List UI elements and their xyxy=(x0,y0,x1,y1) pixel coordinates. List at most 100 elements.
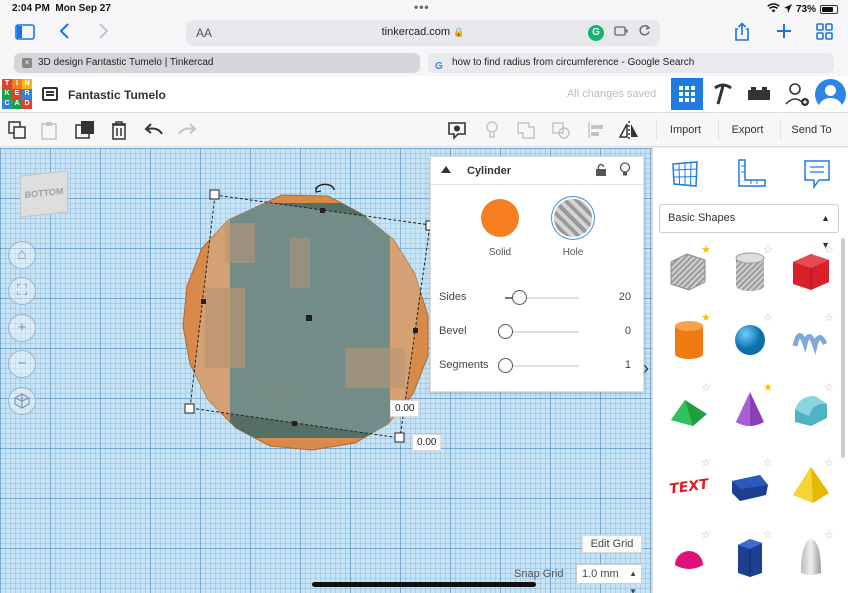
paste-icon[interactable] xyxy=(38,119,60,141)
logo-letter: I xyxy=(12,79,22,89)
favorite-star-icon[interactable]: ☆ xyxy=(763,456,773,469)
status-right: 73% xyxy=(767,3,838,16)
segments-property: Segments 1 xyxy=(439,355,635,375)
light-bulb-icon[interactable] xyxy=(619,162,631,180)
design-list-icon[interactable] xyxy=(42,87,58,101)
favorite-star-icon[interactable]: ★ xyxy=(701,243,711,256)
fit-view-icon[interactable]: ⛶ xyxy=(8,277,36,305)
favorite-star-icon[interactable]: ☆ xyxy=(824,243,834,256)
favorite-star-icon[interactable]: ☆ xyxy=(763,311,773,324)
tinkercad-logo[interactable]: TINKERCAD xyxy=(2,79,32,109)
solid-label: Solid xyxy=(488,247,512,258)
app-header: TINKERCAD Fantastic Tumelo All changes s… xyxy=(0,76,848,113)
home-view-icon[interactable]: ⌂ xyxy=(8,241,36,269)
sidebar-toggle-icon[interactable] xyxy=(15,23,35,46)
slider-track[interactable] xyxy=(505,365,579,367)
workplane-icon[interactable] xyxy=(669,158,701,190)
delete-icon[interactable] xyxy=(108,119,130,141)
save-status: All changes saved xyxy=(567,88,657,100)
property-value[interactable]: 0 xyxy=(625,325,631,337)
hole-swatch[interactable] xyxy=(554,199,592,237)
favorite-star-icon[interactable]: ☆ xyxy=(824,381,834,394)
address-bar[interactable]: AA tinkercad.com 🔒 G xyxy=(186,20,660,46)
wifi-icon xyxy=(767,3,780,16)
grammarly-icon[interactable]: G xyxy=(588,25,604,41)
property-value[interactable]: 1 xyxy=(625,359,631,371)
solid-color-swatch[interactable] xyxy=(481,199,519,237)
sides-property: Sides 20 xyxy=(439,287,635,307)
slider-track[interactable] xyxy=(505,331,579,333)
shapes-scrollbar[interactable] xyxy=(841,238,845,458)
favorite-star-icon[interactable]: ☆ xyxy=(824,456,834,469)
logo-letter: N xyxy=(22,79,32,89)
ruler-icon[interactable] xyxy=(735,158,767,190)
bevel-property: Bevel 0 xyxy=(439,321,635,341)
perspective-icon[interactable] xyxy=(8,387,36,415)
snap-grid-select[interactable]: 1.0 mm ▲ ▼ xyxy=(576,564,642,593)
favorite-star-icon[interactable]: ★ xyxy=(701,311,711,324)
favorite-star-icon[interactable]: ☆ xyxy=(701,528,711,541)
dimension-label-width[interactable]: 0.00 xyxy=(390,400,420,417)
avatar[interactable] xyxy=(815,79,846,110)
export-button[interactable]: Export xyxy=(718,119,776,141)
favorite-star-icon[interactable]: ☆ xyxy=(763,528,773,541)
chevron-right-icon[interactable]: › xyxy=(643,358,649,379)
copy-icon[interactable] xyxy=(6,119,28,141)
bricks-icon[interactable] xyxy=(743,78,775,110)
slider-knob[interactable] xyxy=(511,290,527,305)
align-icon[interactable] xyxy=(585,119,607,141)
google-favicon-icon: G xyxy=(435,61,443,72)
forward-icon[interactable] xyxy=(96,21,110,46)
3d-view-button[interactable] xyxy=(671,78,703,110)
import-button[interactable]: Import xyxy=(656,119,714,141)
slider-knob[interactable] xyxy=(497,324,513,339)
duplicate-icon[interactable] xyxy=(74,119,96,141)
svg-text:TEXT: TEXT xyxy=(668,476,711,498)
favorite-star-icon[interactable]: ☆ xyxy=(824,311,834,324)
extension-icon[interactable] xyxy=(614,25,628,40)
back-icon[interactable] xyxy=(58,21,72,46)
design-title[interactable]: Fantastic Tumelo xyxy=(68,88,166,102)
add-user-icon[interactable] xyxy=(780,78,812,110)
favorite-star-icon[interactable]: ☆ xyxy=(824,528,834,541)
inspector-title: Cylinder xyxy=(467,165,512,177)
ungroup-icon[interactable] xyxy=(550,119,572,141)
send-to-button[interactable]: Send To xyxy=(780,119,842,141)
tab-google-search[interactable]: G how to find radius from circumference … xyxy=(428,53,834,73)
slider-knob[interactable] xyxy=(497,358,513,373)
logo-letter: T xyxy=(2,79,12,89)
undo-icon[interactable] xyxy=(143,119,165,141)
battery-icon xyxy=(820,5,838,14)
multitask-dots[interactable]: ••• xyxy=(414,0,430,14)
notes-panel-icon[interactable] xyxy=(801,158,833,190)
collapse-icon[interactable] xyxy=(441,166,451,173)
reload-icon[interactable] xyxy=(638,24,651,40)
favorite-star-icon[interactable]: ☆ xyxy=(701,381,711,394)
edit-grid-button[interactable]: Edit Grid xyxy=(582,535,642,553)
tab-tinkercad[interactable]: × 3D design Fantastic Tumelo | Tinkercad xyxy=(14,53,420,73)
dimension-label-depth[interactable]: 0.00 xyxy=(412,434,442,451)
close-tab-icon[interactable]: × xyxy=(22,58,32,68)
tab-overview-icon[interactable] xyxy=(816,23,833,45)
redo-icon[interactable] xyxy=(176,119,198,141)
property-value[interactable]: 20 xyxy=(619,291,631,303)
pickaxe-icon[interactable] xyxy=(707,78,739,110)
view-cube[interactable]: BOTTOM xyxy=(20,170,68,218)
shape-category-select[interactable]: Basic Shapes ▲ ▼ xyxy=(659,204,839,250)
home-indicator[interactable] xyxy=(312,582,536,587)
lock-icon[interactable] xyxy=(595,163,607,179)
favorite-star-icon[interactable]: ★ xyxy=(763,381,773,394)
zoom-in-icon[interactable]: + xyxy=(8,314,36,342)
mirror-icon[interactable] xyxy=(618,119,640,141)
share-icon[interactable] xyxy=(733,22,751,47)
location-icon xyxy=(783,3,792,16)
favorite-star-icon[interactable]: ☆ xyxy=(763,243,773,256)
group-icon[interactable] xyxy=(515,119,537,141)
favorite-star-icon[interactable]: ☆ xyxy=(701,456,711,469)
zoom-out-icon[interactable]: − xyxy=(8,350,36,378)
notes-icon[interactable] xyxy=(446,119,468,141)
browser-toolbar: AA tinkercad.com 🔒 G xyxy=(0,18,848,50)
new-tab-icon[interactable] xyxy=(775,22,793,45)
show-all-icon[interactable] xyxy=(481,119,503,141)
hole-label: Hole xyxy=(562,247,584,258)
